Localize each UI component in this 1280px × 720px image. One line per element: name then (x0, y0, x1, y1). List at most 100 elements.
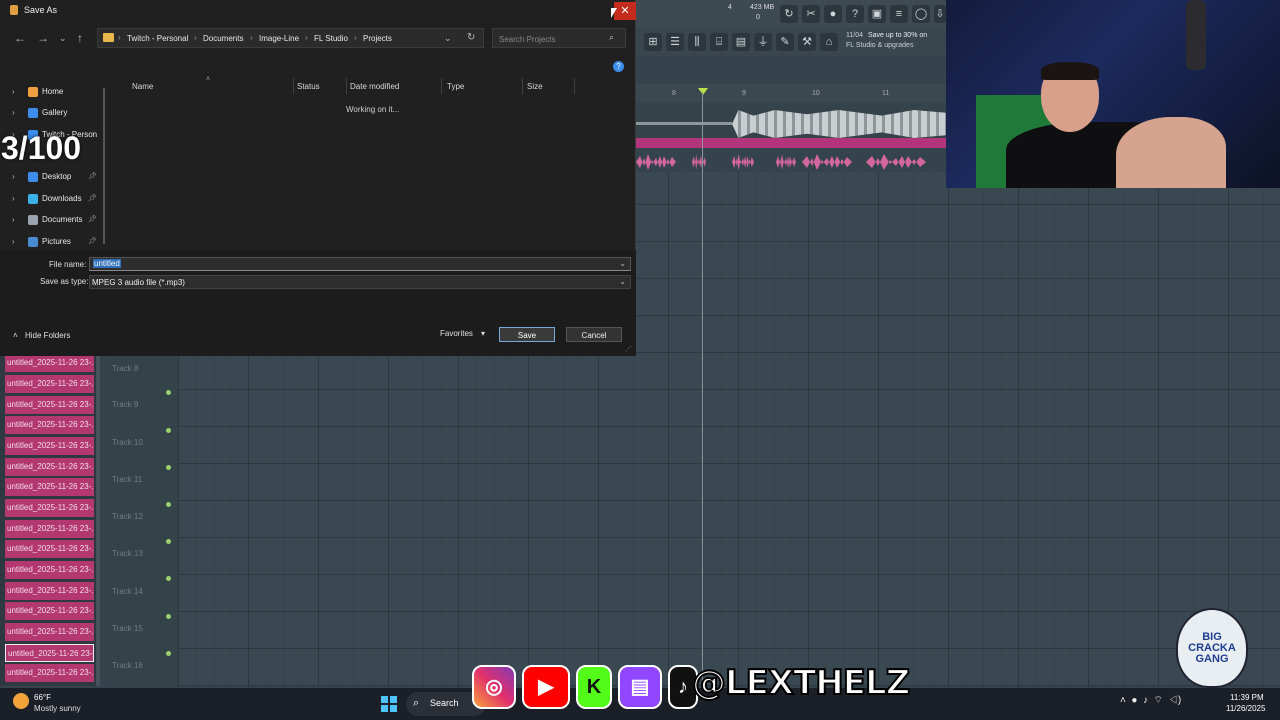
breadcrumb-item[interactable]: Twitch - Personal (127, 34, 188, 43)
list-item[interactable]: untitled_2025-11-26 23-... (5, 664, 94, 682)
chevron-right-icon[interactable]: › (12, 215, 15, 224)
chevron-right-icon[interactable]: › (12, 194, 15, 203)
save-type-select[interactable]: MPEG 3 audio file (*.mp3) ⌄ (89, 275, 631, 289)
list-item[interactable]: untitled_2025-11-26 23-... (5, 499, 94, 517)
list-item[interactable]: untitled_2025-11-26 23-... (5, 540, 94, 558)
pattern-clip-pink[interactable] (636, 138, 946, 148)
column-date-modified[interactable]: Date modified (350, 82, 399, 91)
list-item[interactable]: untitled_2025-11-26 23-... (5, 644, 94, 662)
column-size[interactable]: Size (527, 82, 543, 91)
hide-folders-button[interactable]: Hide Folders (25, 331, 70, 340)
plug-icon[interactable]: ⏚ (754, 33, 772, 51)
column-name[interactable]: Name (132, 82, 153, 91)
track-label[interactable]: Track 8 (112, 364, 138, 373)
favorites-button[interactable]: Favorites (440, 329, 473, 338)
help-icon[interactable]: ? (846, 5, 864, 23)
breadcrumb-item[interactable]: Image-Line (259, 34, 299, 43)
picker-scrollbar[interactable] (96, 352, 100, 686)
clock-date[interactable]: 11/26/2025 (1226, 704, 1265, 713)
recent-chevron-icon[interactable]: ⌄ (59, 33, 67, 44)
track-mute-dot[interactable] (166, 539, 171, 544)
track-label[interactable]: Track 15 (112, 624, 143, 633)
browser-icon[interactable]: ⌸ (710, 33, 728, 51)
track-label[interactable]: Track 12 (112, 512, 143, 521)
help-icon[interactable]: ? (613, 61, 624, 72)
nav-pane-scrollbar[interactable] (103, 88, 105, 244)
weather-sun-icon[interactable] (13, 693, 29, 709)
list-item[interactable]: untitled_2025-11-26 23-... (5, 623, 94, 641)
brush-icon[interactable]: ✎ (776, 33, 794, 51)
weather-temperature[interactable]: 66°F (34, 693, 51, 702)
track-mute-dot[interactable] (166, 651, 171, 656)
nav-item-downloads[interactable]: › Downloads 📌︎ (0, 191, 100, 209)
breadcrumb-item[interactable]: FL Studio (314, 34, 348, 43)
track-label[interactable]: Track 10 (112, 438, 143, 447)
playhead-marker-icon[interactable] (698, 88, 708, 95)
mixer-view-icon[interactable]: ⫼ (688, 33, 706, 51)
list-item[interactable]: untitled_2025-11-26 23-... (5, 396, 94, 414)
windows-start-icon[interactable] (381, 696, 397, 712)
system-tray-icons[interactable]: ˄ ● ♪ ⌔ ◁) (1120, 694, 1181, 707)
search-input[interactable] (497, 31, 613, 47)
promo-line-1[interactable]: Save up to 30% on (868, 32, 927, 39)
forward-arrow-icon[interactable]: → (37, 31, 49, 45)
search-icon[interactable]: ⌕ (609, 32, 614, 43)
chevron-right-icon[interactable]: › (12, 237, 15, 246)
up-arrow-icon[interactable]: ↑ (77, 31, 83, 45)
list-item[interactable]: untitled_2025-11-26 23-... (5, 478, 94, 496)
cancel-button[interactable]: Cancel (566, 327, 622, 342)
audio-clip-grey[interactable] (732, 110, 946, 138)
resize-grip-icon[interactable]: ⋰ (625, 345, 632, 353)
column-status[interactable]: Status (297, 82, 320, 91)
breadcrumb[interactable]: › Twitch - Personal › Documents › Image-… (97, 28, 484, 48)
list-item[interactable]: untitled_2025-11-26 23-... (5, 437, 94, 455)
chevron-up-icon[interactable]: ˄ (13, 331, 18, 340)
nav-item-documents[interactable]: › Documents 📌︎ (0, 212, 100, 230)
column-type[interactable]: Type (447, 82, 464, 91)
mixer-icon[interactable]: ≡ (890, 5, 908, 23)
list-item[interactable]: untitled_2025-11-26 23-... (5, 354, 94, 372)
track-label[interactable]: Track 9 (112, 400, 138, 409)
download-icon[interactable]: ⇩ (934, 5, 946, 23)
track-label[interactable]: Track 16 (112, 661, 143, 670)
chevron-right-icon[interactable]: › (12, 172, 15, 181)
chevron-right-icon[interactable]: › (12, 108, 15, 117)
file-name-value[interactable]: untitled (93, 259, 121, 268)
refresh-icon[interactable]: ↻ (467, 32, 475, 43)
track-label[interactable]: Track 14 (112, 587, 143, 596)
weather-condition[interactable]: Mostly sunny (34, 704, 81, 713)
list-item[interactable]: untitled_2025-11-26 23-... (5, 458, 94, 476)
list-item[interactable]: untitled_2025-11-26 23-... (5, 416, 94, 434)
file-name-field[interactable]: untitled ⌄ (89, 257, 631, 271)
undo-icon[interactable]: ↻ (780, 5, 798, 23)
track-mute-dot[interactable] (166, 390, 171, 395)
favorites-dropdown-icon[interactable]: ▾ (481, 329, 485, 338)
track-mute-dot[interactable] (166, 502, 171, 507)
list-item[interactable]: untitled_2025-11-26 23-... (5, 520, 94, 538)
list-item[interactable]: untitled_2025-11-26 23-... (5, 375, 94, 393)
channel-rack-icon[interactable]: ☰ (666, 33, 684, 51)
track-label[interactable]: Track 11 (112, 475, 142, 484)
track-label[interactable]: Track 13 (112, 549, 143, 558)
back-arrow-icon[interactable]: ← (14, 31, 26, 45)
track-mute-dot[interactable] (166, 465, 171, 470)
cut-icon[interactable]: ✂ (802, 5, 820, 23)
save-icon[interactable]: ▣ (868, 5, 886, 23)
playlist-icon[interactable]: ⊞ (644, 33, 662, 51)
chat-icon[interactable]: ◯ (912, 5, 930, 23)
list-item[interactable]: untitled_2025-11-26 23-... (5, 582, 94, 600)
save-button[interactable]: Save (499, 327, 555, 342)
chevron-down-icon[interactable]: ⌄ (444, 33, 452, 44)
mic-icon[interactable]: ● (824, 5, 842, 23)
plugin-icon[interactable]: ▤ (732, 33, 750, 51)
nav-item-home[interactable]: › Home (0, 84, 100, 102)
chevron-down-icon[interactable]: ⌄ (619, 259, 626, 268)
track-mute-dot[interactable] (166, 614, 171, 619)
audio-clip-pink[interactable] (636, 152, 946, 172)
cart-icon[interactable]: ⌂ (820, 33, 838, 51)
list-item[interactable]: untitled_2025-11-26 23-... (5, 561, 94, 579)
nav-item-desktop[interactable]: › Desktop 📌︎ (0, 169, 100, 187)
close-button[interactable]: ✕ (614, 2, 636, 20)
chevron-down-icon[interactable]: ⌄ (619, 277, 626, 286)
promo-line-2[interactable]: FL Studio & upgrades (846, 42, 913, 49)
